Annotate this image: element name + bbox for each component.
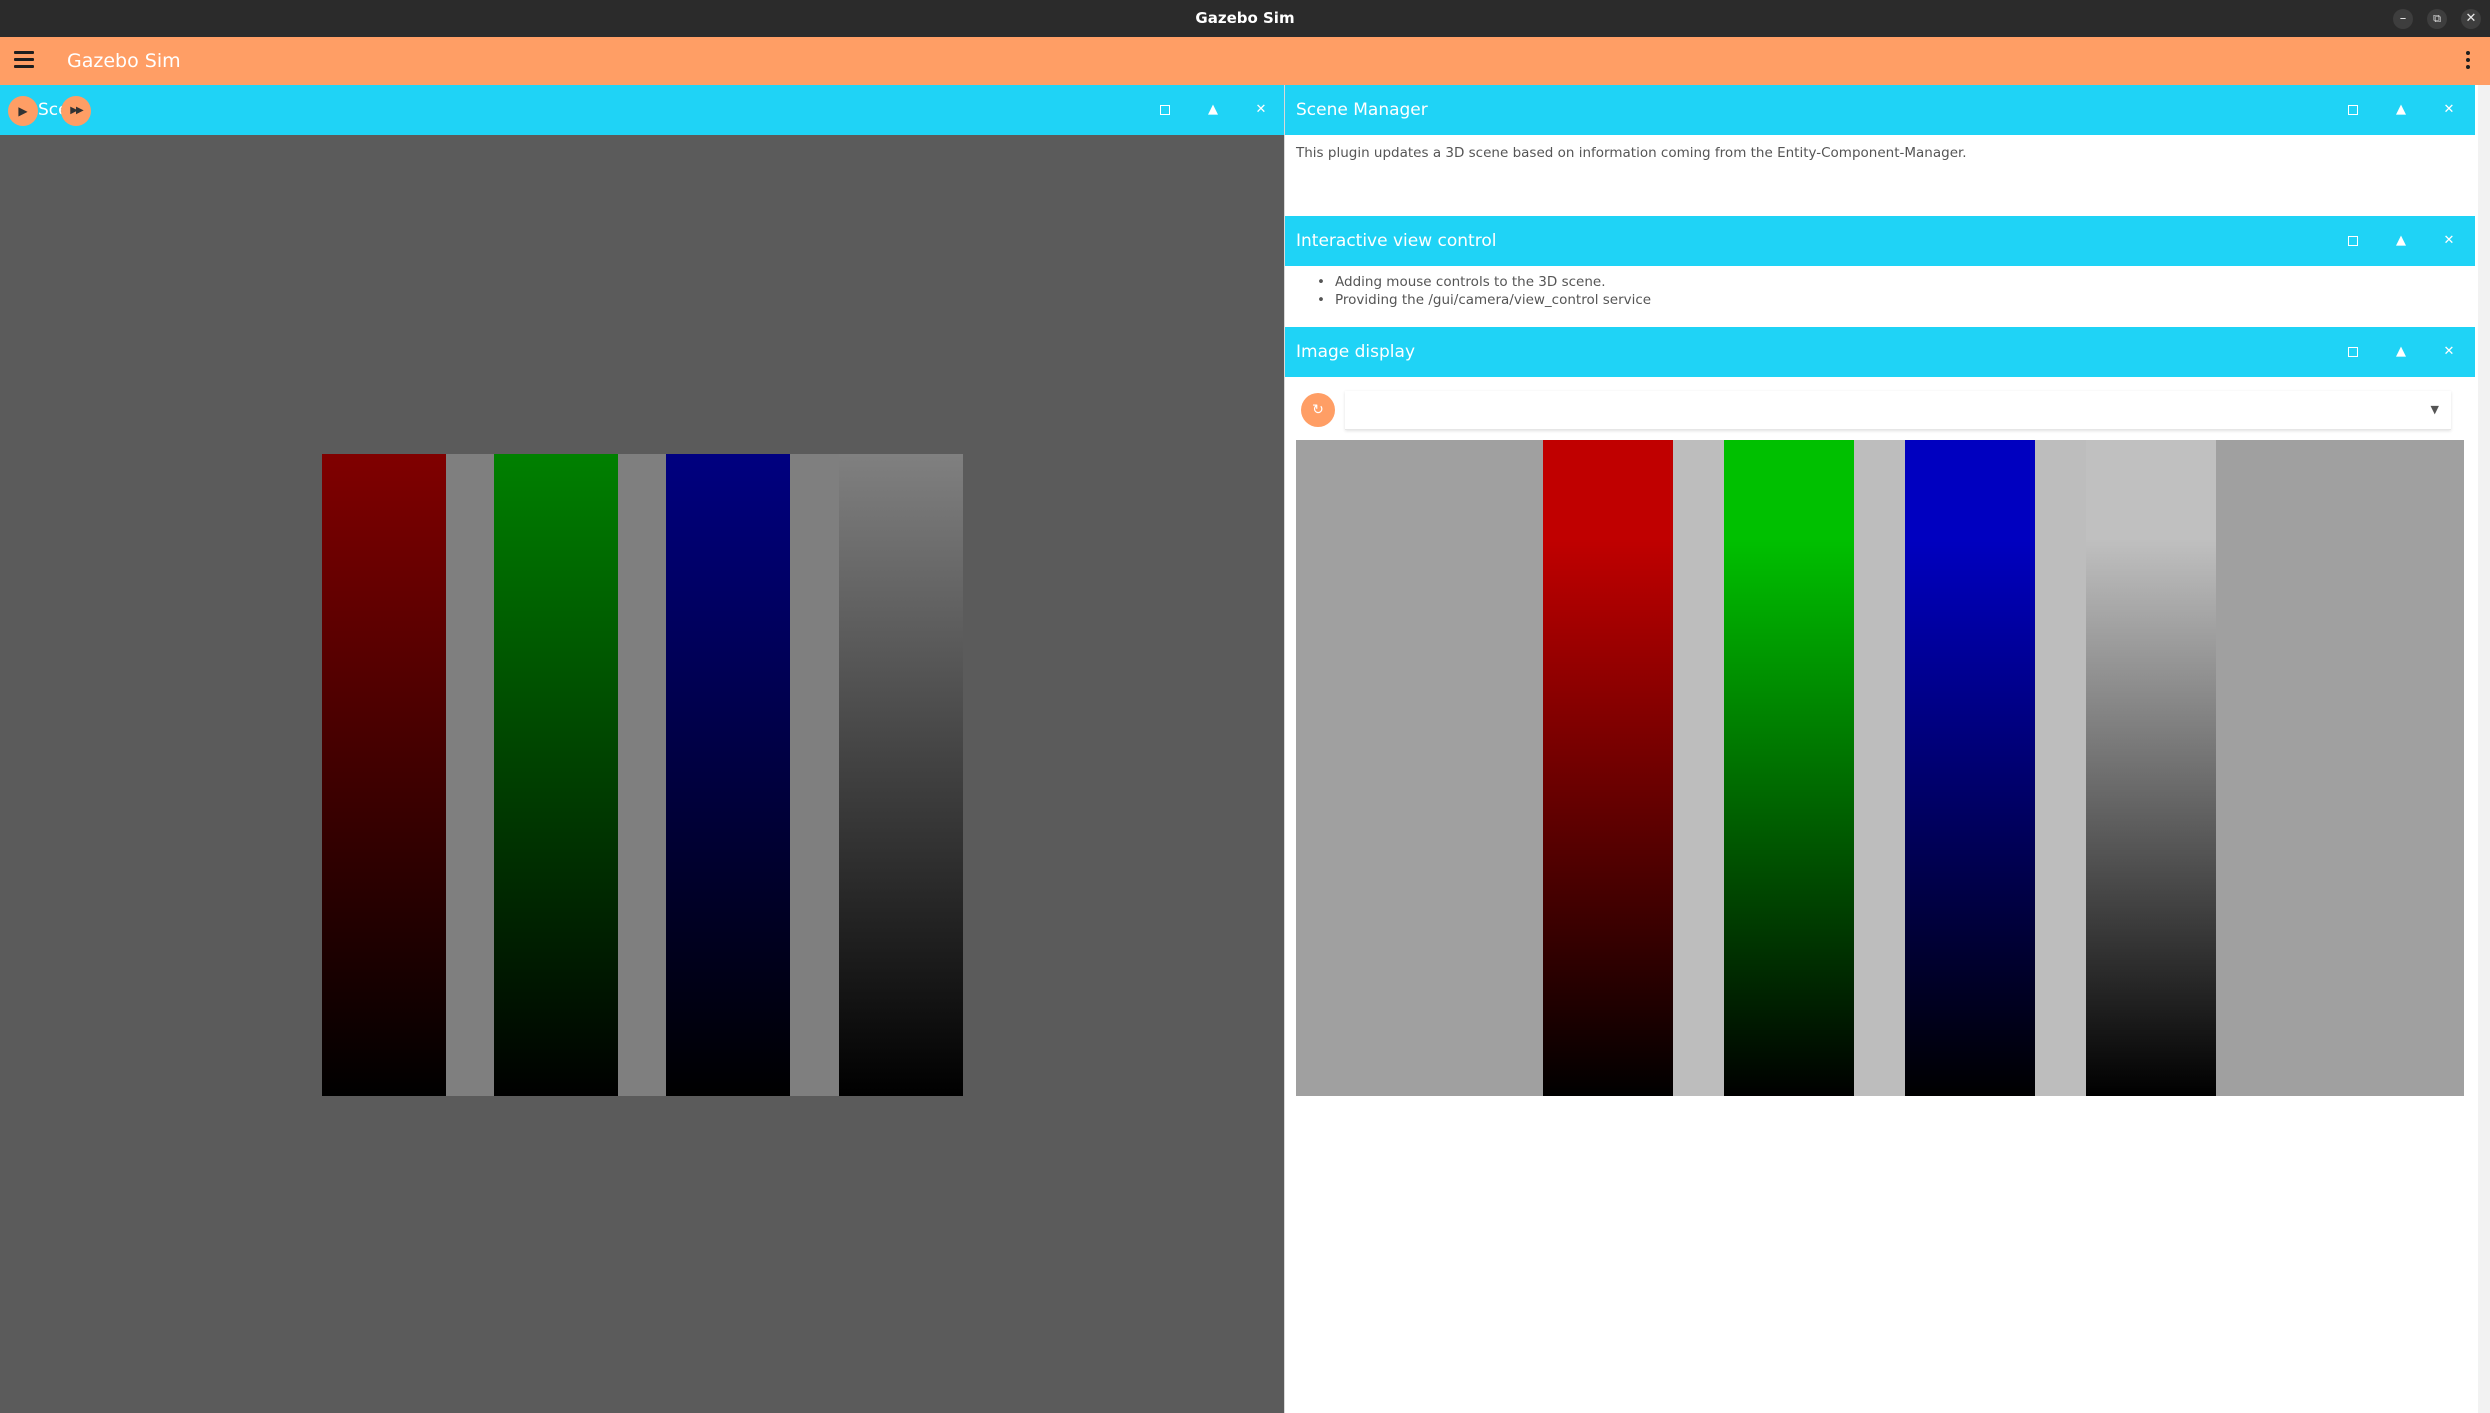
- hamburger-menu-icon[interactable]: [14, 51, 34, 69]
- right-dock-scrollbar[interactable]: [2478, 85, 2490, 1413]
- play-button[interactable]: ▶: [8, 96, 38, 126]
- image-display-title: Image display: [1296, 342, 1416, 362]
- image-separator: [2035, 440, 2086, 1096]
- image-display-view: [1296, 440, 2464, 1096]
- scene-blue-bar: [666, 454, 790, 1096]
- image-green-bar: [1724, 440, 1854, 1096]
- image-blue-bar: [1905, 440, 2035, 1096]
- image-gray-bar: [2086, 440, 2216, 1096]
- app-bar: Gazebo Sim: [0, 37, 2490, 85]
- app-title: Gazebo Sim: [67, 50, 181, 72]
- scene3d-panel[interactable]: Sce ▶ ▶▶ ▲ ✕: [0, 85, 1284, 1413]
- view-control-bullets: Adding mouse controls to the 3D scene. P…: [1317, 273, 1651, 309]
- close-icon[interactable]: ✕: [1251, 100, 1271, 120]
- close-icon[interactable]: ✕: [2439, 231, 2459, 251]
- image-display-header: Image display ▲ ✕: [1285, 327, 2475, 377]
- maximize-icon[interactable]: [2343, 231, 2363, 251]
- window-titlebar: Gazebo Sim – ⧉ ✕: [0, 0, 2490, 37]
- close-icon[interactable]: ✕: [2439, 100, 2459, 120]
- scene3d-panel-header: Sce ▶ ▶▶ ▲ ✕: [0, 85, 1284, 135]
- scene-color-bars: [322, 454, 963, 1096]
- scene-green-bar: [494, 454, 618, 1096]
- restore-window-button[interactable]: ⧉: [2427, 9, 2447, 29]
- close-icon[interactable]: ✕: [2439, 342, 2459, 362]
- right-dock: Scene Manager ▲ ✕ This plugin updates a …: [1284, 85, 2490, 1413]
- collapse-icon[interactable]: ▲: [2391, 231, 2411, 251]
- scene-red-bar: [322, 454, 446, 1096]
- list-item: Providing the /gui/camera/view_control s…: [1317, 291, 1651, 309]
- window-title: Gazebo Sim: [1195, 9, 1295, 27]
- close-window-button[interactable]: ✕: [2461, 9, 2481, 29]
- collapse-icon[interactable]: ▲: [1203, 100, 1223, 120]
- scene-manager-description: This plugin updates a 3D scene based on …: [1296, 145, 1967, 161]
- scene-manager-title: Scene Manager: [1296, 100, 1428, 120]
- maximize-icon[interactable]: [1155, 100, 1175, 120]
- topic-dropdown[interactable]: ▼: [1345, 391, 2451, 430]
- scene-gray-bar: [839, 454, 963, 1096]
- maximize-icon[interactable]: [2343, 342, 2363, 362]
- image-separator: [1673, 440, 1724, 1096]
- image-red-bar: [1543, 440, 1673, 1096]
- refresh-button[interactable]: ↻: [1301, 393, 1335, 427]
- scene-manager-header: Scene Manager ▲ ✕: [1285, 85, 2475, 135]
- maximize-icon[interactable]: [2343, 100, 2363, 120]
- list-item: Adding mouse controls to the 3D scene.: [1317, 273, 1651, 291]
- collapse-icon[interactable]: ▲: [2391, 342, 2411, 362]
- step-button[interactable]: ▶▶: [61, 96, 91, 126]
- view-control-title: Interactive view control: [1296, 231, 1497, 251]
- kebab-menu-icon[interactable]: [2466, 51, 2472, 73]
- chevron-down-icon: ▼: [2430, 403, 2439, 416]
- view-control-header: Interactive view control ▲ ✕: [1285, 216, 2475, 266]
- minimize-window-button[interactable]: –: [2393, 9, 2413, 29]
- collapse-icon[interactable]: ▲: [2391, 100, 2411, 120]
- image-separator: [1854, 440, 1905, 1096]
